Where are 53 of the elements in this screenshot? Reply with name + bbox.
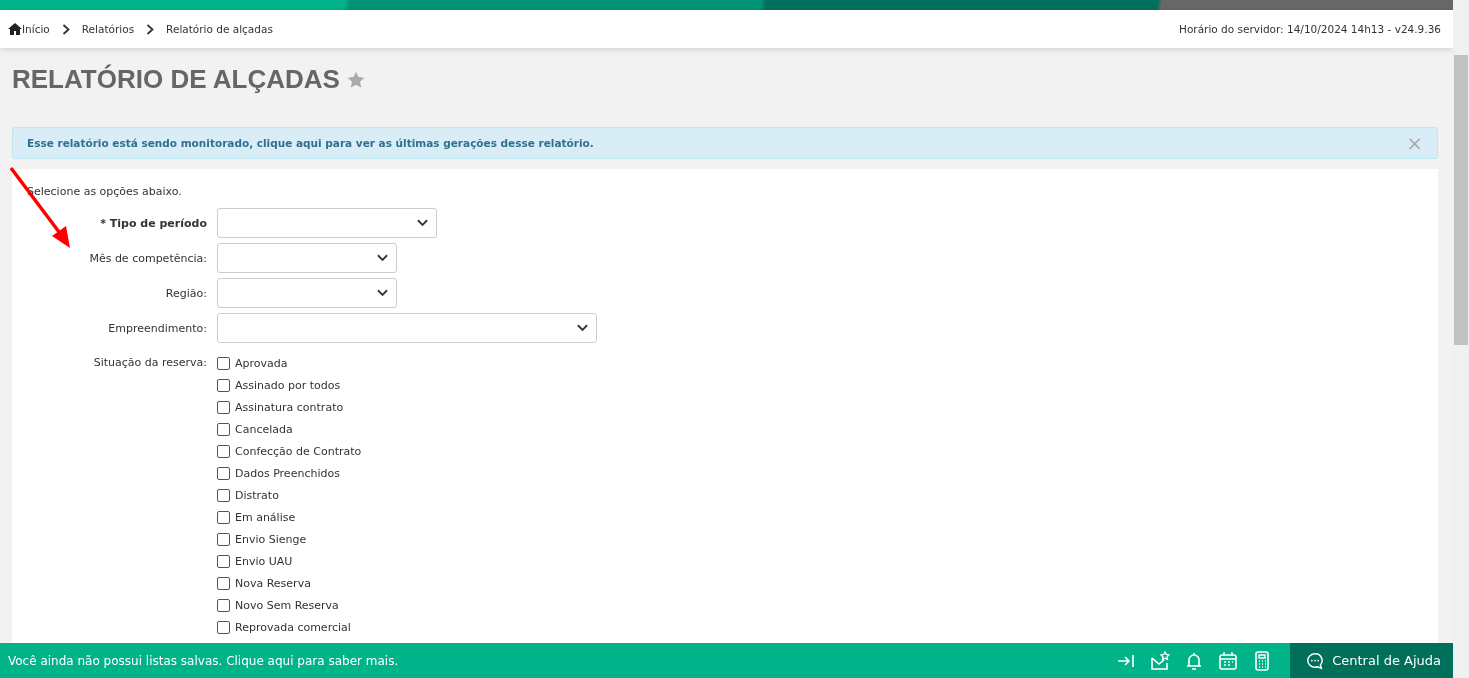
checkbox[interactable]: [217, 620, 230, 634]
field-label: * Tipo de período: [99, 216, 208, 230]
checkbox[interactable]: [217, 356, 230, 370]
checkbox[interactable]: [217, 444, 230, 458]
checkbox-label: Confecção de Contrato: [235, 444, 362, 458]
chat-icon: [1306, 651, 1325, 670]
checkbox[interactable]: [217, 532, 230, 546]
breadcrumb-link[interactable]: Relatório de alçadas: [166, 23, 273, 35]
mail-star-icon[interactable]: [1150, 650, 1171, 671]
checkbox-label: Assinatura contrato: [235, 400, 344, 414]
chevron-down-icon: [417, 219, 428, 227]
chevron-right-icon: [61, 23, 70, 35]
select-field[interactable]: [217, 208, 437, 238]
field-label: Região:: [164, 286, 208, 300]
page-title: RELATÓRIO DE ALÇADAS: [12, 64, 340, 95]
checkbox-label: Assinado por todos: [235, 378, 341, 392]
checkbox-label: Envio UAU: [235, 554, 293, 568]
field-label: Mês de competência:: [88, 251, 208, 265]
chevron-down-icon: [377, 254, 388, 262]
checkbox-label: Aprovada: [235, 356, 288, 370]
checkbox-label: Reprovada comercial: [235, 620, 351, 634]
checkbox-label: Envio Sienge: [235, 532, 307, 546]
chevron-right-icon: [146, 23, 155, 35]
checkbox-label: Em análise: [235, 510, 296, 524]
checkbox-label: Cancelada: [235, 422, 293, 436]
chevron-down-icon: [377, 289, 388, 297]
checkbox-label: Nova Reserva: [235, 576, 311, 590]
breadcrumb-link[interactable]: Início: [22, 23, 50, 35]
checkbox[interactable]: [217, 576, 230, 590]
calendar-icon[interactable]: [1218, 650, 1239, 671]
alert-message: Esse relatório está sendo monitorado, clique aqui para ver as últimas gerações desse relatório.: [27, 137, 594, 149]
chevron-down-icon: [577, 324, 588, 332]
field-label: Empreendimento:: [107, 321, 208, 335]
checkbox-label: Distrato: [235, 488, 279, 502]
breadcrumb-link[interactable]: Relatórios: [81, 23, 135, 35]
checkbox[interactable]: [217, 466, 230, 480]
checkbox[interactable]: [217, 488, 230, 502]
checkbox-label: Dados Preenchidos: [235, 466, 340, 480]
field-label: Situação da reserva:: [92, 355, 208, 369]
checkbox[interactable]: [217, 598, 230, 612]
checkbox[interactable]: [217, 554, 230, 568]
select-field[interactable]: [217, 243, 397, 273]
help-center-button[interactable]: Central de Ajuda: [1290, 643, 1453, 678]
checkbox[interactable]: [217, 510, 230, 524]
info-alert[interactable]: Esse relatório está sendo monitorado, clique aqui para ver as últimas gerações desse relatório. ×: [12, 127, 1438, 159]
select-field[interactable]: [217, 313, 597, 343]
checkbox[interactable]: [217, 422, 230, 436]
checkbox[interactable]: [217, 378, 230, 392]
server-time: Horário do servidor: 14/10/2024 14h13 - v24.9.36: [1179, 23, 1441, 35]
checkbox[interactable]: [217, 400, 230, 414]
home-icon: [8, 23, 22, 35]
select-field[interactable]: [217, 278, 397, 308]
checkbox-label: Novo Sem Reserva: [235, 598, 339, 612]
